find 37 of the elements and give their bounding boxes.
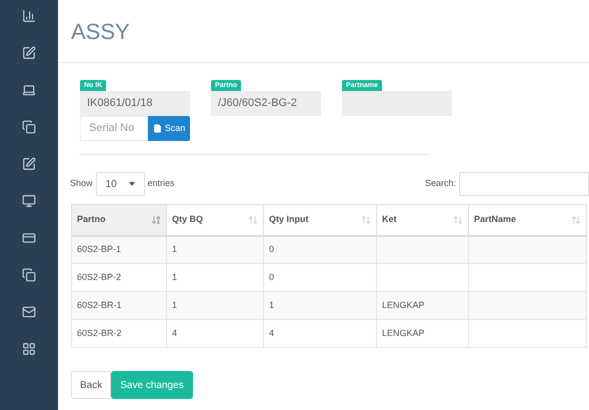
copy-icon[interactable] bbox=[22, 268, 36, 282]
credit-card-icon[interactable] bbox=[22, 231, 36, 245]
scan-button[interactable]: Scan bbox=[148, 116, 190, 141]
copy-icon[interactable] bbox=[22, 120, 36, 134]
column-header[interactable]: Partno bbox=[72, 204, 166, 236]
grid-icon[interactable] bbox=[22, 342, 36, 356]
laptop-icon[interactable] bbox=[22, 83, 36, 97]
table-cell: LENGKAP bbox=[376, 320, 468, 348]
serial-input-field[interactable]: Serial No bbox=[80, 116, 148, 141]
dropdown-icon bbox=[128, 182, 135, 186]
search-field[interactable] bbox=[459, 172, 589, 196]
table-cell: 4 bbox=[166, 320, 264, 348]
edit-icon[interactable] bbox=[22, 157, 36, 171]
sort-icon bbox=[361, 214, 371, 225]
search-label: Search: bbox=[424, 177, 456, 190]
table-cell: 4 bbox=[264, 320, 376, 348]
sort-icon bbox=[571, 214, 581, 225]
readonly-field: IK0861/01/18 bbox=[80, 91, 190, 116]
column-header[interactable]: Qty BQ bbox=[166, 204, 264, 236]
column-header[interactable]: PartName bbox=[468, 204, 586, 236]
readonly-field: /J60/60S2-BG-2 bbox=[211, 91, 321, 116]
show-label: Show bbox=[70, 177, 93, 190]
monitor-icon[interactable] bbox=[22, 194, 36, 208]
entries-label: entries bbox=[148, 177, 175, 190]
table-cell: 60S2-BR-2 bbox=[72, 320, 166, 348]
sort-ascending-icon bbox=[151, 214, 161, 225]
page-title: ASSY bbox=[71, 18, 130, 46]
file-icon bbox=[152, 124, 162, 133]
column-header[interactable]: Qty Input bbox=[264, 204, 376, 236]
mail-icon[interactable] bbox=[22, 305, 36, 319]
column-header[interactable]: Ket bbox=[376, 204, 468, 236]
back-button[interactable]: Back bbox=[71, 371, 112, 399]
sort-icon bbox=[453, 214, 463, 225]
sort-icon bbox=[248, 214, 258, 225]
edit-icon[interactable] bbox=[22, 46, 36, 60]
entries-select[interactable]: 10 bbox=[96, 172, 145, 196]
bar-chart-icon[interactable] bbox=[22, 9, 36, 23]
